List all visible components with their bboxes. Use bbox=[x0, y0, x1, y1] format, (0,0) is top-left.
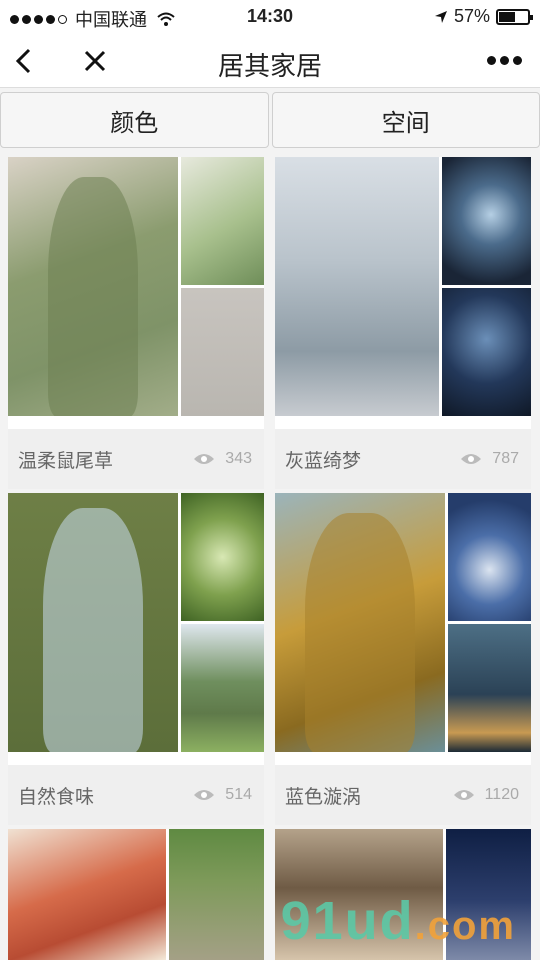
watermark-logo: 91ud.com bbox=[280, 891, 516, 951]
card-side-image-top bbox=[442, 157, 531, 285]
card-side-image-bottom bbox=[442, 288, 531, 416]
card-footer: 自然食味 514 bbox=[8, 765, 264, 825]
card-footer: 灰蓝绮梦 787 bbox=[275, 429, 531, 489]
tab-color[interactable]: 颜色 bbox=[0, 92, 269, 148]
card-title: 温柔鼠尾草 bbox=[18, 450, 114, 472]
eye-icon bbox=[194, 454, 215, 464]
page-title: 居其家居 bbox=[217, 51, 322, 81]
view-count: 343 bbox=[225, 450, 252, 467]
card-footer: 蓝色漩涡 1120 bbox=[275, 765, 531, 825]
status-right: 57% bbox=[434, 6, 533, 27]
card-title: 蓝色漩涡 bbox=[285, 786, 362, 808]
card-title: 自然食味 bbox=[18, 786, 95, 808]
filter-tabs: 颜色 空间 bbox=[0, 92, 540, 150]
card-natural-food[interactable]: 自然食味 514 bbox=[8, 493, 264, 825]
battery-icon bbox=[496, 8, 533, 25]
battery-percent: 57% bbox=[453, 6, 490, 26]
view-count: 514 bbox=[225, 786, 252, 803]
card-main-image bbox=[8, 829, 166, 960]
eye-icon bbox=[194, 790, 215, 800]
nav-bar: 居其家居 bbox=[0, 34, 540, 88]
card-grey-blue[interactable]: 灰蓝绮梦 787 bbox=[275, 157, 531, 489]
view-count: 787 bbox=[492, 450, 519, 467]
card-main-image bbox=[8, 157, 178, 416]
more-dots-icon[interactable] bbox=[487, 56, 522, 65]
card-side-image-bottom bbox=[448, 624, 531, 752]
battery-fill bbox=[499, 11, 515, 22]
card-side-image-top bbox=[169, 829, 264, 960]
eye-icon bbox=[453, 790, 474, 800]
card-main-image bbox=[275, 157, 439, 416]
tab-space[interactable]: 空间 bbox=[271, 92, 540, 148]
card-sage[interactable]: 温柔鼠尾草 343 bbox=[8, 157, 264, 489]
card-side-image-top bbox=[181, 157, 264, 285]
location-arrow-icon bbox=[434, 10, 447, 23]
card-side-image-bottom bbox=[181, 624, 264, 752]
card-title: 灰蓝绮梦 bbox=[285, 450, 362, 472]
card-side-image-top bbox=[181, 493, 264, 621]
card-main-image bbox=[8, 493, 178, 752]
card-footer: 温柔鼠尾草 343 bbox=[8, 429, 264, 489]
eye-icon bbox=[461, 454, 482, 464]
card-blue-swirl[interactable]: 蓝色漩涡 1120 bbox=[275, 493, 531, 825]
status-bar: 中国联通 14:30 57% bbox=[0, 0, 540, 34]
card-partial-left[interactable] bbox=[8, 829, 264, 960]
view-count: 1120 bbox=[484, 786, 519, 803]
card-side-image-bottom bbox=[181, 288, 264, 416]
card-side-image-top bbox=[448, 493, 531, 621]
card-main-image bbox=[275, 493, 445, 752]
